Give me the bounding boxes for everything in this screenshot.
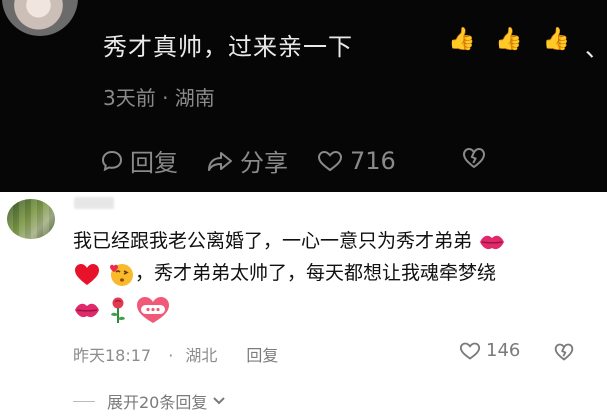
dislike-heart-icon xyxy=(463,148,485,168)
red-heart-icon xyxy=(75,263,99,285)
comment-bubble-icon xyxy=(101,150,123,171)
like-button[interactable]: 716 xyxy=(316,147,396,175)
comment-location-dot: · xyxy=(168,346,174,365)
thumbs-up-icon: 👍 xyxy=(495,27,523,52)
like-count: 716 xyxy=(350,146,396,175)
comment-line-2: ，秀才弟弟太帅了，每天都想让我魂牵梦绕 xyxy=(135,262,497,284)
share-label: 分享 xyxy=(240,149,288,177)
kissing-face-icon xyxy=(110,263,134,286)
reply-label: 回复 xyxy=(130,149,178,177)
rose-icon xyxy=(111,297,126,323)
reply-comment: 我已经跟我老公离婚了，一心一意只为秀才弟弟 ，秀才弟弟太帅了，每天都想让我魂牵梦… xyxy=(0,192,607,414)
reply-button[interactable]: 回复 xyxy=(246,346,278,365)
lips-icon xyxy=(480,235,505,249)
comment-text: 秀才真帅，过来亲一下 xyxy=(103,33,353,61)
comment-location: 湖北 xyxy=(185,346,218,365)
chevron-down-icon xyxy=(213,397,226,405)
comment-actions: 回复 分享 716 xyxy=(100,143,424,178)
expand-replies-button[interactable]: 展开20条回复 xyxy=(73,389,227,413)
avatar[interactable] xyxy=(7,199,55,239)
jiayou-sticker-icon xyxy=(137,296,170,323)
dislike-button[interactable] xyxy=(461,146,487,174)
top-comment: 秀才真帅，过来亲一下 👍 👍 👍 、 3天前 · 湖南 回复 分享 716 xyxy=(0,0,607,192)
username-redacted[interactable] xyxy=(74,197,114,209)
comment-meta: 昨天18:17 · 湖北 回复 xyxy=(73,342,290,366)
like-button[interactable]: 146 xyxy=(458,340,520,361)
expand-replies-label: 展开20条回复 xyxy=(107,393,208,412)
share-icon xyxy=(208,151,232,171)
thumbs-up-icon: 👍 xyxy=(542,27,571,52)
comment-time: 昨天18:17 xyxy=(73,346,152,365)
thumbs-up-icon: 👍 xyxy=(448,27,476,52)
comment-meta: 3天前 · 湖南 xyxy=(103,86,215,110)
heart-icon xyxy=(459,342,481,360)
reply-button[interactable]: 回复 xyxy=(100,143,178,178)
lips-icon xyxy=(75,303,99,317)
like-count: 146 xyxy=(486,340,521,361)
share-button[interactable]: 分享 xyxy=(206,143,288,178)
comment-text: 我已经跟我老公离婚了，一心一意只为秀才弟弟 ，秀才弟弟太帅了，每天都想让我魂牵梦… xyxy=(73,225,598,325)
heart-icon xyxy=(317,150,343,171)
dislike-heart-icon xyxy=(554,343,574,361)
emoji-row: 👍 👍 👍 xyxy=(448,26,570,54)
avatar[interactable] xyxy=(2,0,78,36)
comment-line-1: 我已经跟我老公离婚了，一心一意只为秀才弟弟 xyxy=(73,230,473,252)
dislike-button[interactable] xyxy=(553,342,575,366)
comment-trailing: 、 xyxy=(585,34,607,62)
divider xyxy=(73,400,95,402)
